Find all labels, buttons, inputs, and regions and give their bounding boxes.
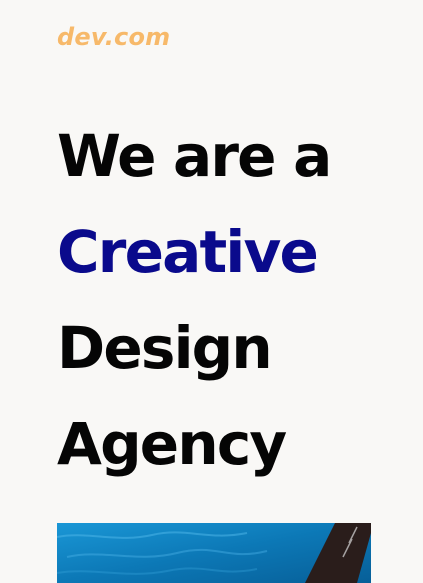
hero-image [57, 523, 371, 583]
hero-image-graphic [57, 523, 371, 583]
hero-line-3: Design [57, 314, 273, 382]
hero-line-2-accent: Creative [57, 218, 319, 286]
logo-link[interactable]: dev.com [57, 22, 170, 52]
hero-heading: We are a Creative Design Agency [57, 108, 332, 492]
hero-line-4: Agency [57, 410, 287, 478]
hero-line-1: We are a [57, 122, 332, 190]
